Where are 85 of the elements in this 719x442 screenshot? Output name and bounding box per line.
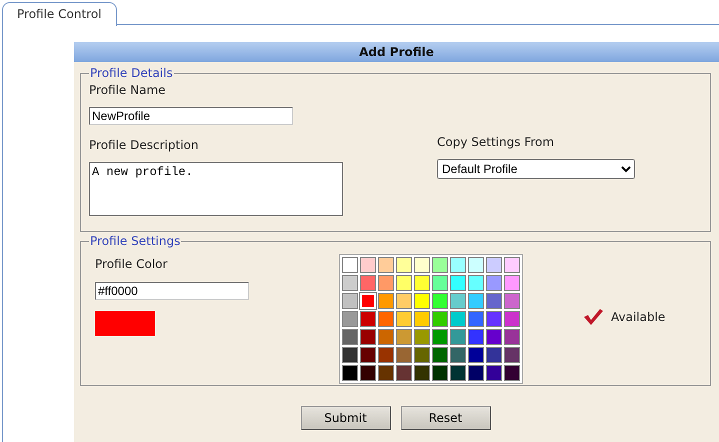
color-swatch[interactable] <box>378 311 394 327</box>
field-label: Profile Color <box>95 256 168 272</box>
color-swatch[interactable] <box>360 311 376 327</box>
color-swatch[interactable] <box>450 311 466 327</box>
color-swatch[interactable] <box>450 347 466 363</box>
color-swatch[interactable] <box>396 329 412 345</box>
color-swatch[interactable] <box>396 347 412 363</box>
color-swatch[interactable] <box>504 347 520 363</box>
form-title: Add Profile <box>74 42 719 62</box>
color-swatch[interactable] <box>432 257 448 273</box>
color-swatch[interactable] <box>414 329 430 345</box>
color-swatch[interactable] <box>342 329 358 345</box>
color-swatch[interactable] <box>450 275 466 291</box>
input-field[interactable]: NewProfile <box>89 107 293 125</box>
color-swatch[interactable] <box>360 365 376 381</box>
color-swatch[interactable] <box>414 257 430 273</box>
input-field[interactable]: #ff0000 <box>95 282 249 300</box>
color-swatch[interactable] <box>468 293 484 309</box>
section-legend: Profile Details <box>89 66 174 80</box>
color-swatch[interactable] <box>378 257 394 273</box>
color-swatch[interactable] <box>468 365 484 381</box>
color-swatch[interactable] <box>486 329 502 345</box>
color-swatch[interactable] <box>360 257 376 273</box>
color-swatch[interactable] <box>450 329 466 345</box>
color-swatch[interactable] <box>396 311 412 327</box>
color-swatch[interactable] <box>450 293 466 309</box>
color-swatch[interactable] <box>396 293 412 309</box>
color-swatch[interactable] <box>486 275 502 291</box>
color-swatch[interactable] <box>486 347 502 363</box>
color-swatch[interactable] <box>360 347 376 363</box>
check-icon <box>583 308 603 326</box>
color-swatch[interactable] <box>432 275 448 291</box>
color-swatch[interactable] <box>414 275 430 291</box>
color-swatch[interactable] <box>342 311 358 327</box>
color-swatch[interactable] <box>360 329 376 345</box>
color-swatch[interactable] <box>468 275 484 291</box>
color-swatch[interactable] <box>378 365 394 381</box>
form-button[interactable]: Reset <box>400 406 490 430</box>
color-swatch[interactable] <box>486 365 502 381</box>
color-swatch[interactable] <box>450 257 466 273</box>
form-button[interactable]: Submit <box>300 406 390 430</box>
field-label: Copy Settings From <box>437 134 554 150</box>
color-swatch[interactable] <box>342 365 358 381</box>
description-field[interactable]: A new profile. <box>89 162 343 216</box>
color-swatch[interactable] <box>504 311 520 327</box>
field-label: Profile Description <box>89 137 198 153</box>
color-swatch[interactable] <box>432 293 448 309</box>
color-swatch[interactable] <box>414 347 430 363</box>
color-swatch[interactable] <box>414 365 430 381</box>
color-swatch[interactable] <box>414 311 430 327</box>
color-swatch[interactable] <box>342 347 358 363</box>
color-swatch[interactable] <box>360 275 376 291</box>
color-swatch[interactable] <box>378 329 394 345</box>
color-swatch[interactable] <box>378 293 394 309</box>
color-swatch[interactable] <box>504 293 520 309</box>
color-swatch[interactable] <box>378 347 394 363</box>
color-swatch[interactable] <box>342 257 358 273</box>
color-swatch[interactable] <box>396 365 412 381</box>
color-swatch[interactable] <box>432 347 448 363</box>
color-swatch[interactable] <box>486 311 502 327</box>
color-swatch[interactable] <box>450 365 466 381</box>
color-swatch[interactable] <box>378 275 394 291</box>
color-swatch[interactable] <box>486 293 502 309</box>
color-swatch[interactable] <box>414 293 430 309</box>
status-text: Available <box>611 310 666 324</box>
color-swatch[interactable] <box>468 347 484 363</box>
color-swatch[interactable] <box>342 275 358 291</box>
color-swatch[interactable] <box>432 311 448 327</box>
color-swatch[interactable] <box>504 329 520 345</box>
color-swatch[interactable] <box>504 275 520 291</box>
color-swatch[interactable] <box>432 365 448 381</box>
color-swatch[interactable] <box>504 365 520 381</box>
tab[interactable]: Profile Control <box>2 2 117 26</box>
field-label: Profile Name <box>89 82 166 98</box>
color-swatch[interactable] <box>468 329 484 345</box>
select-field[interactable]: Default Profile <box>437 159 635 179</box>
color-swatch[interactable] <box>504 257 520 273</box>
color-swatch[interactable] <box>396 257 412 273</box>
color-swatch[interactable] <box>468 311 484 327</box>
color-swatch[interactable] <box>486 257 502 273</box>
section-legend: Profile Settings <box>89 234 182 248</box>
color-swatch[interactable] <box>342 293 358 309</box>
color-swatch[interactable] <box>396 275 412 291</box>
color-swatch[interactable] <box>432 329 448 345</box>
color-swatch[interactable] <box>468 257 484 273</box>
